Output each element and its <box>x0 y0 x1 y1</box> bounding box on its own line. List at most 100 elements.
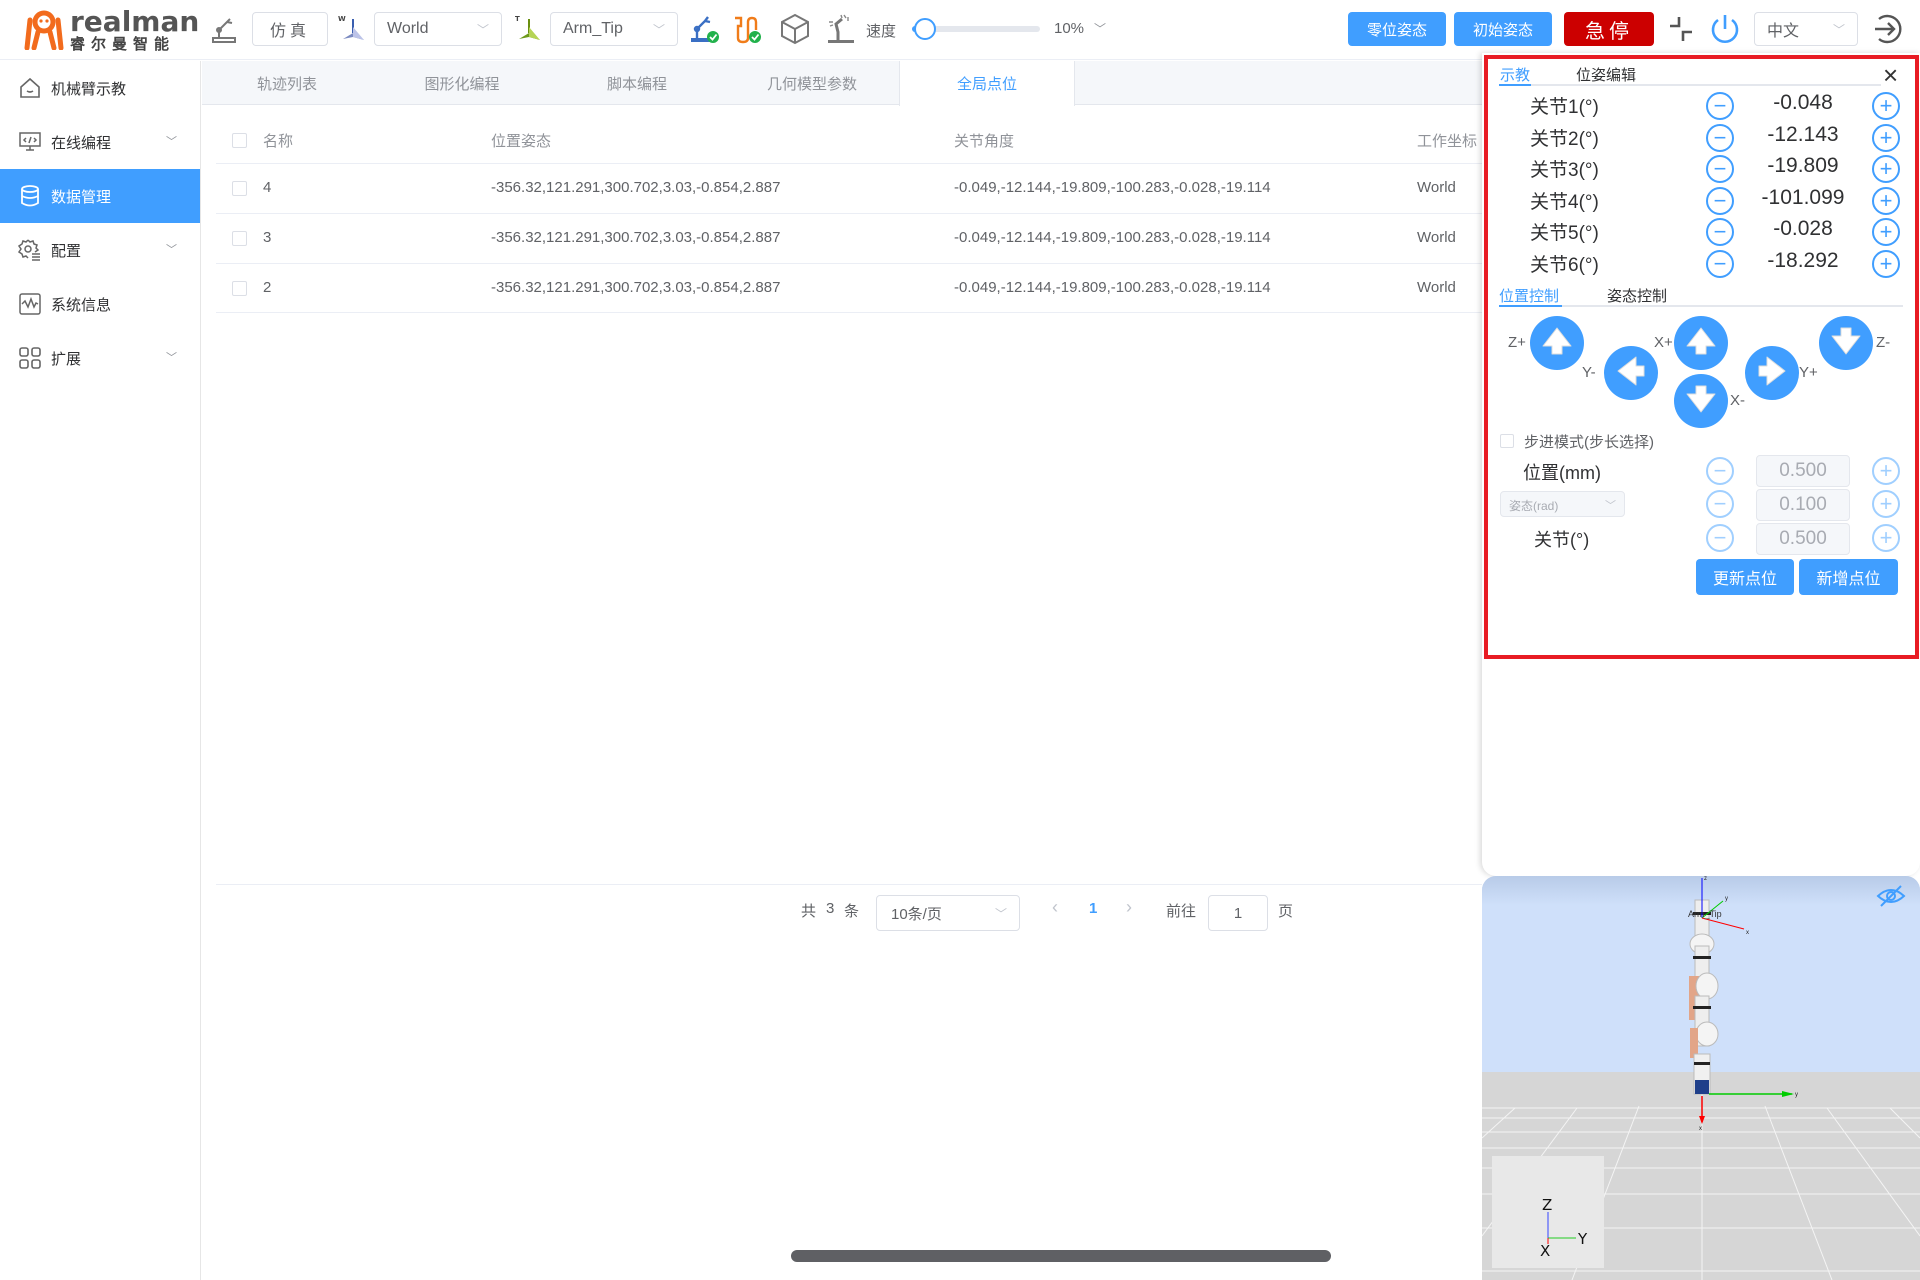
select-all-checkbox[interactable] <box>232 133 247 148</box>
emergency-stop-button[interactable]: 急停 <box>1564 12 1654 46</box>
3d-viewer[interactable]: Arm_Tip z y x y x Z Y X <box>1482 876 1920 1280</box>
joint-value: -18.292 <box>1767 249 1839 272</box>
step-position-input[interactable]: 0.500 <box>1756 455 1850 487</box>
page-size-select[interactable]: 10条/页 ﹀ <box>876 895 1020 931</box>
joint-increment-button[interactable]: + <box>1872 124 1900 152</box>
divider <box>1499 84 1881 86</box>
jog-z-minus-button[interactable] <box>1819 316 1873 370</box>
step-mode-checkbox[interactable] <box>1500 434 1514 448</box>
jog-y-minus-button[interactable] <box>1604 346 1658 400</box>
close-icon[interactable]: × <box>1883 60 1898 91</box>
step-position-increment-button[interactable]: + <box>1872 457 1900 485</box>
row-checkbox[interactable] <box>232 231 247 246</box>
simulation-mode-button[interactable]: 仿真 <box>252 12 328 46</box>
joint-decrement-button[interactable]: − <box>1706 218 1734 246</box>
goto-page-input[interactable]: 1 <box>1208 895 1268 931</box>
chevron-down-icon: ﹀ <box>1605 500 1616 512</box>
joint-decrement-button[interactable]: − <box>1706 124 1734 152</box>
svg-text:T: T <box>515 15 520 23</box>
tool-frame-select[interactable]: Arm_Tip ﹀ <box>550 12 678 46</box>
prev-page-button[interactable]: ‹ <box>1052 897 1058 918</box>
gizmo-y-label: Y <box>1577 1230 1588 1248</box>
speed-slider-handle[interactable] <box>913 18 936 40</box>
jog-z-plus-button[interactable] <box>1530 316 1584 370</box>
work-frame-select[interactable]: World ﹀ <box>374 12 502 46</box>
joint-decrement-button[interactable]: − <box>1706 92 1734 120</box>
language-select[interactable]: 中文 ﹀ <box>1754 12 1858 46</box>
logout-icon[interactable] <box>1870 12 1904 46</box>
step-orientation-decrement-button[interactable]: − <box>1706 490 1734 518</box>
joint-increment-button[interactable]: + <box>1872 155 1900 183</box>
panel-tab-teach[interactable]: 示教 <box>1500 64 1530 85</box>
step-orientation-select[interactable]: 姿态(rad) ﹀ <box>1500 491 1625 517</box>
eye-hidden-icon[interactable] <box>1876 884 1906 913</box>
speed-dropdown-chevron-icon[interactable]: ﹀ <box>1094 20 1106 37</box>
tab-global-points[interactable]: 全局点位 <box>899 61 1075 106</box>
sidebar-item-arm-teach[interactable]: 机械臂示教 <box>0 61 200 115</box>
step-position-decrement-button[interactable]: − <box>1706 457 1734 485</box>
sidebar-item-data-management[interactable]: 数据管理 <box>0 169 200 223</box>
tool-axis-x-label: x <box>1746 930 1749 936</box>
step-joint-input[interactable]: 0.500 <box>1756 523 1850 555</box>
joint-label: 关节3(°) <box>1530 160 1599 181</box>
gear-icon <box>17 238 42 262</box>
step-joint-increment-button[interactable]: + <box>1872 524 1900 552</box>
tab-script-programming[interactable]: 脚本编程 <box>552 61 722 105</box>
speed-slider-track[interactable] <box>912 18 1040 40</box>
joint-increment-button[interactable]: + <box>1872 187 1900 215</box>
active-tab-indicator <box>1499 305 1562 307</box>
logo: realman 睿尔曼智能 <box>24 8 199 52</box>
cell-name: 4 <box>263 179 272 196</box>
tab-geometry-params[interactable]: 几何模型参数 <box>722 61 902 105</box>
joint-label: 关节4(°) <box>1530 192 1599 213</box>
sidebar-item-extensions[interactable]: 扩展 ﹀ <box>0 331 200 385</box>
teach-drag-icon[interactable] <box>824 12 858 46</box>
step-joint-decrement-button[interactable]: − <box>1706 524 1734 552</box>
panel-tab-pose-edit[interactable]: 位姿编辑 <box>1576 64 1636 85</box>
init-pose-button[interactable]: 初始姿态 <box>1454 12 1552 46</box>
io-connected-icon[interactable] <box>730 12 764 46</box>
update-point-button[interactable]: 更新点位 <box>1696 559 1794 595</box>
sidebar-item-config[interactable]: 配置 ﹀ <box>0 223 200 277</box>
add-point-button[interactable]: 新增点位 <box>1799 559 1898 595</box>
control-tab-position[interactable]: 位置控制 <box>1499 285 1559 306</box>
cell-frame: World <box>1417 279 1456 296</box>
row-checkbox[interactable] <box>232 181 247 196</box>
tab-trajectory-list[interactable]: 轨迹列表 <box>202 61 372 105</box>
step-orientation-input[interactable]: 0.100 <box>1756 489 1850 521</box>
power-icon[interactable] <box>1708 12 1742 46</box>
cell-frame: World <box>1417 229 1456 246</box>
arrow-up-icon <box>1684 324 1718 363</box>
jog-y-plus-button[interactable] <box>1745 346 1799 400</box>
joint-value: -0.048 <box>1773 91 1833 114</box>
sidebar-item-system-info[interactable]: 系统信息 <box>0 277 200 331</box>
joint-decrement-button[interactable]: − <box>1706 187 1734 215</box>
sidebar-item-label: 扩展 <box>51 351 82 368</box>
joint-decrement-button[interactable]: − <box>1706 155 1734 183</box>
joint-increment-button[interactable]: + <box>1872 218 1900 246</box>
arm-connected-icon[interactable] <box>688 12 722 46</box>
3d-model-cube-icon[interactable] <box>778 12 812 46</box>
column-header-pose: 位置姿态 <box>491 133 552 150</box>
joint-decrement-button[interactable]: − <box>1706 250 1734 278</box>
jog-x-minus-button[interactable] <box>1674 374 1728 428</box>
joint-increment-button[interactable]: + <box>1872 92 1900 120</box>
database-icon <box>18 184 42 208</box>
tab-graphical-programming[interactable]: 图形化编程 <box>372 61 552 105</box>
arrow-down-icon <box>1684 382 1718 421</box>
tool-frame-icon: T <box>512 12 546 46</box>
zero-pose-button[interactable]: 零位姿态 <box>1348 12 1446 46</box>
jog-label-z-minus: Z- <box>1876 334 1891 351</box>
horizontal-scrollbar[interactable] <box>791 1250 1331 1262</box>
robot-arm-icon[interactable] <box>208 12 242 46</box>
control-tab-orientation[interactable]: 姿态控制 <box>1607 285 1667 306</box>
speed-value[interactable]: 10% <box>1054 20 1084 37</box>
sidebar-item-online-programming[interactable]: 在线编程 ﹀ <box>0 115 200 169</box>
joint-increment-button[interactable]: + <box>1872 250 1900 278</box>
collapse-arrows-icon[interactable] <box>1664 12 1698 46</box>
next-page-button[interactable]: › <box>1126 897 1132 918</box>
row-checkbox[interactable] <box>232 281 247 296</box>
jog-x-plus-button[interactable] <box>1674 316 1728 370</box>
step-orientation-increment-button[interactable]: + <box>1872 490 1900 518</box>
page-number-current[interactable]: 1 <box>1089 900 1097 917</box>
